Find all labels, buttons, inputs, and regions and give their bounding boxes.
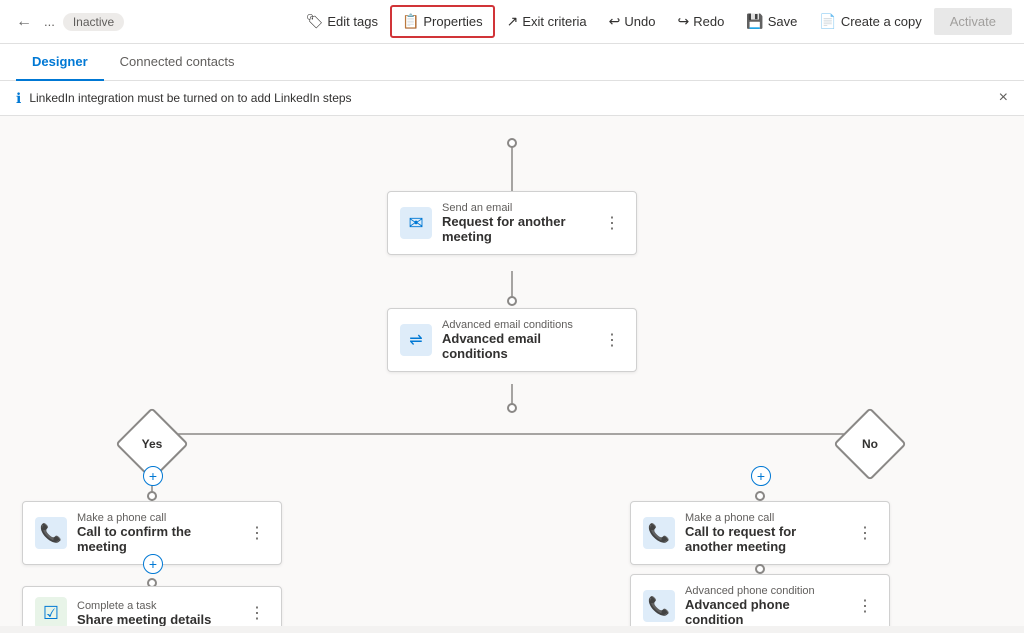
advanced-email-type: Advanced email conditions bbox=[442, 319, 590, 331]
activate-button[interactable]: Activate bbox=[934, 8, 1012, 35]
call-request-icon: 📞 bbox=[643, 517, 675, 549]
call-request-more-button[interactable]: ⋮ bbox=[853, 521, 877, 545]
connector-1 bbox=[507, 296, 517, 306]
call-confirm-icon: 📞 bbox=[35, 517, 67, 549]
save-button[interactable]: 💾 Save bbox=[736, 7, 807, 36]
create-copy-button[interactable]: 📄 Create a copy bbox=[809, 7, 931, 36]
call-confirm-more-button[interactable]: ⋮ bbox=[245, 521, 269, 545]
send-email-more-button[interactable]: ⋮ bbox=[600, 211, 624, 235]
save-icon: 💾 bbox=[746, 13, 763, 30]
email-node-icon: ✉ bbox=[400, 207, 432, 239]
header-left: ← ... Inactive bbox=[12, 9, 288, 35]
edit-tags-button[interactable]: 🏷 Edit tags bbox=[296, 7, 388, 36]
banner-close-button[interactable]: × bbox=[999, 89, 1008, 107]
advanced-email-title: Advanced email conditions bbox=[442, 331, 590, 361]
exit-criteria-button[interactable]: ↗ Exit criteria bbox=[497, 7, 597, 36]
add-step-left-1[interactable]: + bbox=[143, 466, 163, 486]
advanced-phone-type: Advanced phone condition bbox=[685, 585, 843, 597]
complete-task-title: Share meeting details bbox=[77, 612, 235, 627]
add-step-right-1[interactable]: + bbox=[751, 466, 771, 486]
header-actions: 🏷 Edit tags 📋 Properties ↗ Exit criteria… bbox=[296, 5, 1012, 38]
canvas[interactable]: ✉ Send an email Request for another meet… bbox=[0, 116, 1024, 626]
call-confirm-content: Make a phone call Call to confirm the me… bbox=[77, 512, 235, 554]
tag-icon: 🏷 bbox=[306, 13, 324, 30]
info-banner-text: LinkedIn integration must be turned on t… bbox=[29, 91, 351, 105]
complete-task-content: Complete a task Share meeting details bbox=[77, 600, 235, 627]
advanced-phone-node[interactable]: 📞 Advanced phone condition Advanced phon… bbox=[630, 574, 890, 626]
advanced-email-content: Advanced email conditions Advanced email… bbox=[442, 319, 590, 361]
yes-label-1: Yes bbox=[142, 437, 163, 451]
advanced-email-icon: ⇌ bbox=[400, 324, 432, 356]
complete-task-more-button[interactable]: ⋮ bbox=[245, 601, 269, 625]
undo-icon: ↩ bbox=[609, 13, 621, 30]
undo-button[interactable]: ↩ Undo bbox=[599, 7, 666, 36]
info-icon: ℹ bbox=[16, 90, 21, 107]
advanced-email-more-button[interactable]: ⋮ bbox=[600, 328, 624, 352]
tab-designer[interactable]: Designer bbox=[16, 44, 104, 81]
status-badge: Inactive bbox=[63, 13, 124, 31]
advanced-phone-icon: 📞 bbox=[643, 590, 675, 622]
add-step-left-2[interactable]: + bbox=[143, 554, 163, 574]
top-connector bbox=[507, 138, 517, 148]
complete-task-icon: ☑ bbox=[35, 597, 67, 626]
connector-right-1 bbox=[755, 491, 765, 501]
call-request-type: Make a phone call bbox=[685, 512, 843, 524]
connector-2 bbox=[507, 403, 517, 413]
call-request-node[interactable]: 📞 Make a phone call Call to request for … bbox=[630, 501, 890, 565]
yes-decision-1: Yes bbox=[122, 414, 182, 474]
properties-button[interactable]: 📋 Properties bbox=[390, 5, 495, 38]
info-banner: ℹ LinkedIn integration must be turned on… bbox=[0, 81, 1024, 116]
call-request-content: Make a phone call Call to request for an… bbox=[685, 512, 843, 554]
complete-task-node[interactable]: ☑ Complete a task Share meeting details … bbox=[22, 586, 282, 626]
send-email-title: Request for another meeting bbox=[442, 214, 590, 244]
call-request-title: Call to request for another meeting bbox=[685, 524, 843, 554]
redo-icon: ↪ bbox=[677, 13, 689, 30]
send-email-content: Send an email Request for another meetin… bbox=[442, 202, 590, 244]
advanced-phone-content: Advanced phone condition Advanced phone … bbox=[685, 585, 843, 626]
exit-criteria-icon: ↗ bbox=[507, 13, 519, 30]
send-email-type: Send an email bbox=[442, 202, 590, 214]
send-email-node[interactable]: ✉ Send an email Request for another meet… bbox=[387, 191, 637, 255]
call-confirm-title: Call to confirm the meeting bbox=[77, 524, 235, 554]
canvas-inner: ✉ Send an email Request for another meet… bbox=[0, 116, 1024, 626]
no-decision-1: No bbox=[840, 414, 900, 474]
tabs-bar: Designer Connected contacts bbox=[0, 44, 1024, 81]
copy-icon: 📄 bbox=[819, 13, 836, 30]
advanced-email-node[interactable]: ⇌ Advanced email conditions Advanced ema… bbox=[387, 308, 637, 372]
advanced-phone-more-button[interactable]: ⋮ bbox=[853, 594, 877, 618]
back-button[interactable]: ← bbox=[12, 9, 36, 35]
connector-right-2 bbox=[755, 564, 765, 574]
redo-button[interactable]: ↪ Redo bbox=[667, 7, 734, 36]
info-banner-left: ℹ LinkedIn integration must be turned on… bbox=[16, 90, 352, 107]
advanced-phone-title: Advanced phone condition bbox=[685, 597, 843, 626]
tab-connected-contacts[interactable]: Connected contacts bbox=[104, 44, 251, 81]
call-confirm-type: Make a phone call bbox=[77, 512, 235, 524]
properties-icon: 📋 bbox=[402, 13, 419, 30]
breadcrumb: ... bbox=[44, 14, 55, 29]
connector-left-1 bbox=[147, 491, 157, 501]
no-label-1: No bbox=[862, 437, 878, 451]
header: ← ... Inactive 🏷 Edit tags 📋 Properties … bbox=[0, 0, 1024, 44]
complete-task-type: Complete a task bbox=[77, 600, 235, 612]
